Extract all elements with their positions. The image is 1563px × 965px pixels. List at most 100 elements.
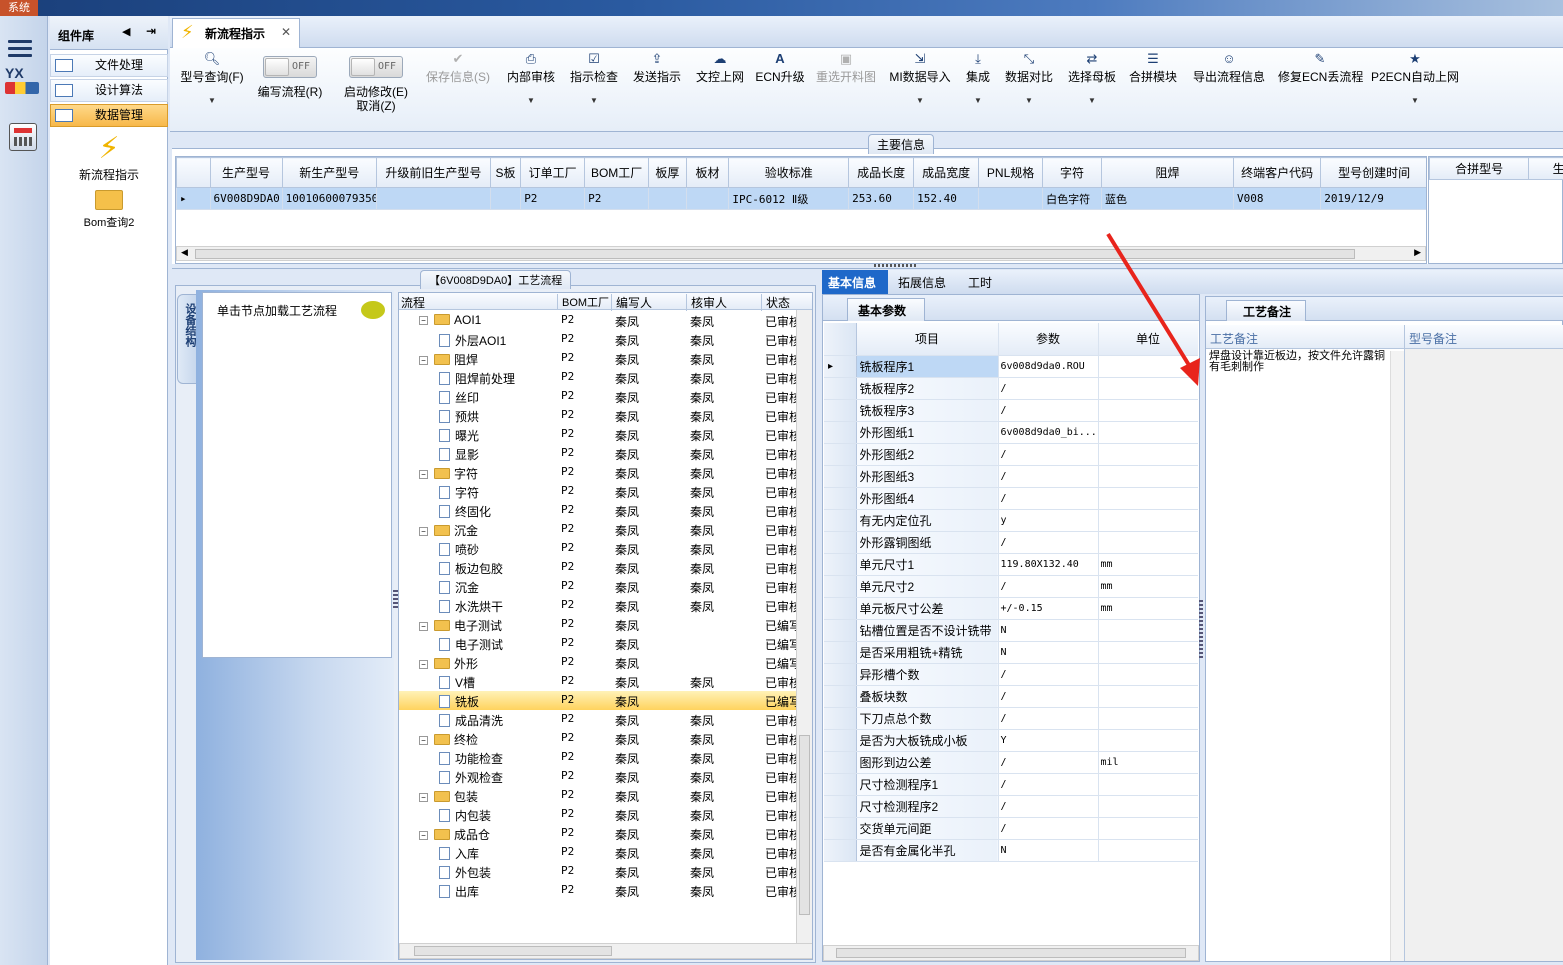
scroll-left-icon[interactable]: ◀ xyxy=(181,247,188,258)
collapse-icon[interactable]: − xyxy=(419,793,428,802)
param-row[interactable]: 外形图纸1 6v008d9da0_bi... xyxy=(824,421,1198,444)
chevron-down-icon[interactable]: ▼ xyxy=(1064,96,1120,105)
p2ecn-auto-online-button[interactable]: ★ P2ECN自动上网 ▼ xyxy=(1370,48,1460,105)
param-value[interactable]: / xyxy=(998,795,1099,818)
param-row[interactable]: 钻槽位置是否不设计铣带 N xyxy=(824,619,1198,642)
param-value[interactable]: / xyxy=(998,817,1099,840)
tree-leaf-row[interactable]: 电子测试 P2 秦凤 已编写 xyxy=(399,634,812,653)
integrate-button[interactable]: ⤓ 集成 ▼ xyxy=(959,48,997,105)
collapse-icon[interactable]: − xyxy=(419,831,428,840)
column-header[interactable]: 工艺备注 xyxy=(1210,330,1258,347)
param-unit[interactable] xyxy=(1098,817,1198,840)
row-indicator[interactable] xyxy=(824,839,857,862)
param-row[interactable]: 下刀点总个数 / xyxy=(824,707,1198,730)
repair-ecn-button[interactable]: ✎ 修复ECN丢流程 xyxy=(1278,48,1363,84)
export-flow-info-button[interactable]: ☺ 导出流程信息 xyxy=(1190,48,1268,84)
doc-control-online-button[interactable]: ☁ 文控上网 xyxy=(692,48,748,84)
chevron-down-icon[interactable]: ▼ xyxy=(503,96,559,105)
send-instruction-button[interactable]: ⇪ 发送指示 xyxy=(629,48,685,84)
tree-leaf-row[interactable]: 字符 P2 秦凤 秦凤 已审核 xyxy=(399,482,812,501)
table-cell[interactable]: 2019/12/9 xyxy=(1320,187,1426,210)
row-indicator[interactable] xyxy=(824,531,857,554)
tree-group-row[interactable]: − 成品仓 P2 秦凤 秦凤 已审核 xyxy=(399,824,812,843)
scroll-right-icon[interactable]: ▶ xyxy=(1414,247,1421,258)
yx-logo-icon[interactable]: YX xyxy=(5,66,39,96)
param-row[interactable]: 外形图纸2/ xyxy=(824,443,1198,466)
param-unit[interactable]: mm xyxy=(1098,553,1198,576)
column-header[interactable]: 订单工厂 xyxy=(520,157,586,188)
data-compare-button[interactable]: ⤡ 数据对比 ▼ xyxy=(1002,48,1056,105)
param-value[interactable]: N xyxy=(998,641,1099,664)
chevron-down-icon[interactable]: ▼ xyxy=(959,96,997,105)
param-row[interactable]: 尺寸检测程序1/ xyxy=(824,773,1198,796)
write-flow-toggle[interactable]: OFF 编写流程(R) xyxy=(254,48,326,99)
row-indicator[interactable] xyxy=(824,465,857,488)
tree-leaf-row[interactable]: 功能检查 P2 秦凤 秦凤 已审核 xyxy=(399,748,812,767)
horizontal-scrollbar[interactable] xyxy=(399,943,812,959)
vertical-scrollbar[interactable] xyxy=(1390,351,1404,961)
tab-new-flow-instruction[interactable]: ⚡ 新流程指示 ✕ xyxy=(172,18,300,48)
scroll-thumb[interactable] xyxy=(414,946,612,956)
row-selector-icon[interactable]: ▸ xyxy=(824,355,857,378)
row-indicator[interactable] xyxy=(824,619,857,642)
table-cell[interactable] xyxy=(648,187,687,210)
chevron-down-icon[interactable]: ▼ xyxy=(887,96,953,105)
row-indicator[interactable] xyxy=(824,597,857,620)
param-row[interactable]: 外形露铜图纸 / xyxy=(824,531,1198,554)
param-value[interactable]: y xyxy=(998,509,1099,532)
column-header[interactable]: S板 xyxy=(489,157,522,188)
row-indicator[interactable] xyxy=(824,553,857,576)
table-cell[interactable]: P2 xyxy=(520,187,586,210)
param-unit[interactable] xyxy=(1098,795,1198,818)
toggle-switch[interactable]: OFF xyxy=(263,56,317,78)
system-menu[interactable]: 系统 xyxy=(0,0,38,16)
column-header[interactable]: 流程 xyxy=(401,294,425,311)
param-value[interactable]: Y xyxy=(998,729,1099,752)
column-header[interactable]: BOM工厂 xyxy=(557,294,609,310)
horizontal-scrollbar[interactable] xyxy=(823,945,1199,961)
horizontal-scrollbar[interactable]: ◀ ▶ xyxy=(176,246,1426,261)
tree-group-row[interactable]: − 阻焊 P2 秦凤 秦凤 已审核 xyxy=(399,349,812,368)
column-header[interactable]: 终端客户代码 xyxy=(1232,157,1322,188)
collapse-icon[interactable]: − xyxy=(419,470,428,479)
tree-leaf-row[interactable]: 阻焊前处理 P2 秦凤 秦凤 已审核 xyxy=(399,368,812,387)
param-value[interactable]: / xyxy=(998,707,1099,730)
table-cell[interactable]: 蓝色 xyxy=(1100,187,1234,210)
param-value[interactable]: +/-0.15 xyxy=(998,597,1099,620)
pin-icon[interactable]: ⇥ xyxy=(146,24,156,38)
save-info-button[interactable]: ✔ 保存信息(S) xyxy=(423,48,493,84)
row-indicator[interactable] xyxy=(824,817,857,840)
tree-leaf-row[interactable]: 外包装 P2 秦凤 秦凤 已审核 xyxy=(399,862,812,881)
table-cell[interactable] xyxy=(685,187,730,210)
internal-review-button[interactable]: ⎙ 内部审核 ▼ xyxy=(503,48,559,105)
model-query-button[interactable]: 🔍︎ 型号查询(F) ▼ xyxy=(176,48,248,105)
tree-leaf-row[interactable]: 喷砂 P2 秦凤 秦凤 已审核 xyxy=(399,539,812,558)
tree-group-row[interactable]: − AOI1 P2 秦凤 秦凤 已审核 xyxy=(399,311,812,330)
column-header[interactable]: 板厚 xyxy=(648,157,687,188)
param-unit[interactable] xyxy=(1098,663,1198,686)
param-value[interactable]: / xyxy=(998,531,1099,554)
tree-leaf-row[interactable]: 板边包胶 P2 秦凤 秦凤 已审核 xyxy=(399,558,812,577)
tree-group-row[interactable]: − 终检 P2 秦凤 秦凤 已审核 xyxy=(399,729,812,748)
library-item-file-processing[interactable]: 文件处理 xyxy=(50,54,168,77)
param-row[interactable]: 铣板程序3/ xyxy=(824,399,1198,422)
row-indicator[interactable] xyxy=(824,575,857,598)
tree-leaf-row[interactable]: 水洗烘干 P2 秦凤 秦凤 已审核 xyxy=(399,596,812,615)
param-row[interactable]: 叠板块数 / xyxy=(824,685,1198,708)
table-cell[interactable] xyxy=(376,187,491,210)
column-header[interactable]: 参数 xyxy=(998,323,1099,356)
row-indicator[interactable] xyxy=(824,443,857,466)
param-value[interactable]: / xyxy=(998,399,1099,422)
param-value[interactable]: / xyxy=(998,377,1099,400)
column-header[interactable]: 字符 xyxy=(1042,157,1102,188)
tree-group-row[interactable]: − 包装 P2 秦凤 秦凤 已审核 xyxy=(399,786,812,805)
param-unit[interactable] xyxy=(1098,685,1198,708)
chevron-down-icon[interactable]: ▼ xyxy=(566,96,622,105)
param-unit[interactable] xyxy=(1098,465,1198,488)
column-header[interactable]: 合拼型号 xyxy=(1428,157,1530,180)
table-cell[interactable]: 253.60 xyxy=(848,187,915,210)
model-remark-area[interactable] xyxy=(1404,349,1563,961)
column-header[interactable]: 成品长度 xyxy=(848,157,915,188)
param-row[interactable]: 外形图纸4/ xyxy=(824,487,1198,510)
collapse-icon[interactable]: − xyxy=(419,622,428,631)
